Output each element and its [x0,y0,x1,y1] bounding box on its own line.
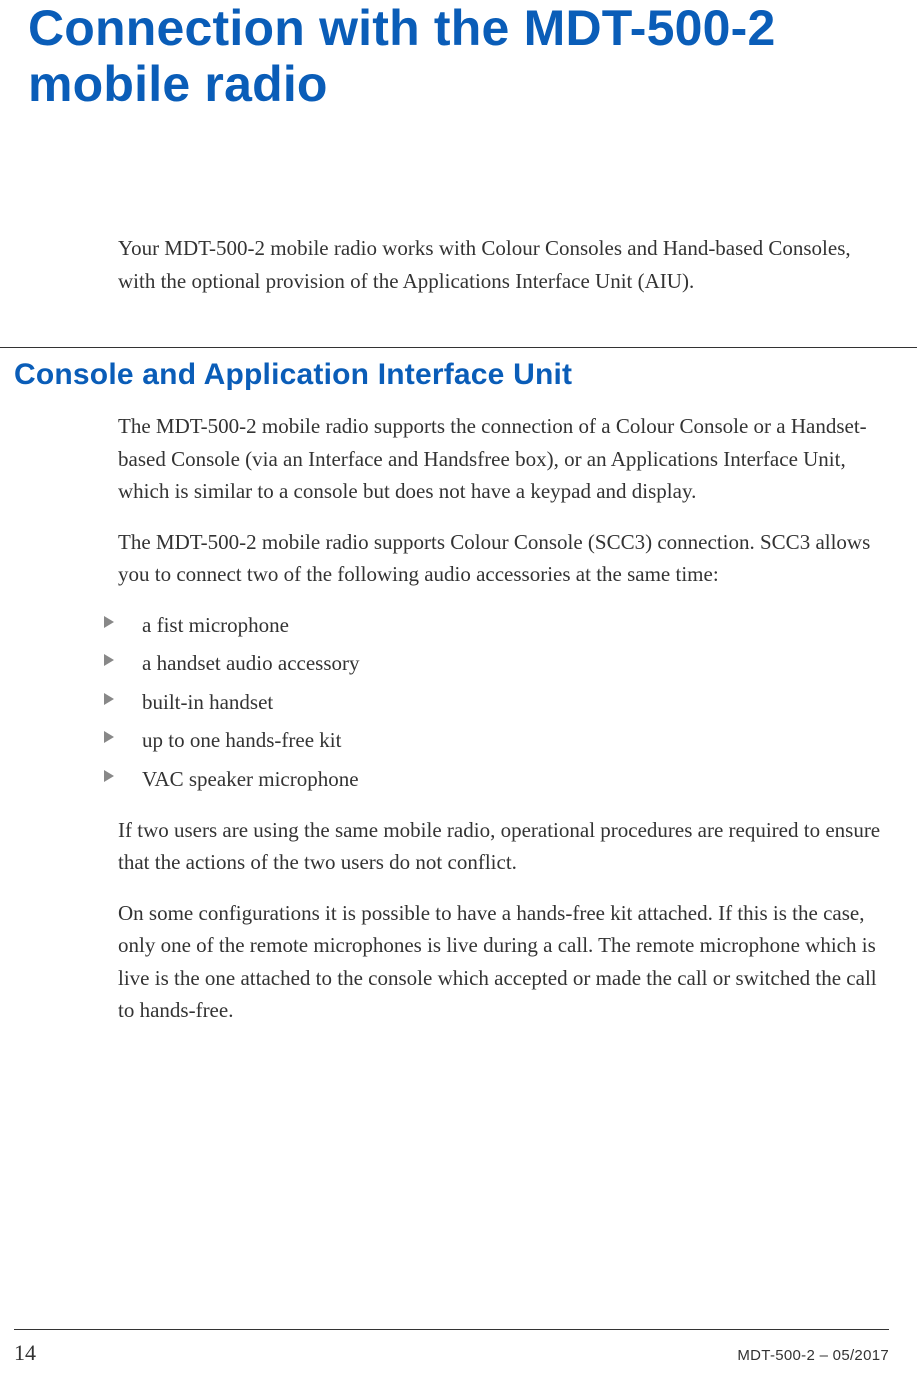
page-title: Connection with the MDT-500-2 mobile rad… [0,0,917,112]
section-body: The MDT-500-2 mobile radio supports the … [0,392,917,1027]
list-item: VAC speaker microphone [118,763,889,796]
document-id: MDT-500-2 – 05/2017 [737,1347,889,1364]
section-heading: Console and Application Interface Unit [0,348,917,392]
paragraph: The MDT-500-2 mobile radio supports the … [118,410,889,508]
triangle-bullet-icon [104,654,114,666]
footer-divider [14,1329,889,1330]
list-item: built-in handset [118,686,889,719]
page-footer: 14 MDT-500-2 – 05/2017 [0,1329,917,1366]
intro-paragraph: Your MDT-500-2 mobile radio works with C… [0,232,917,297]
triangle-bullet-icon [104,693,114,705]
paragraph: If two users are using the same mobile r… [118,814,889,879]
list-item-label: a handset audio accessory [142,651,360,675]
list-item: a fist microphone [118,609,889,642]
list-item-label: built-in handset [142,690,273,714]
list-item-label: a fist microphone [142,613,289,637]
paragraph: On some configurations it is possible to… [118,897,889,1027]
triangle-bullet-icon [104,731,114,743]
list-item-label: VAC speaker microphone [142,767,359,791]
triangle-bullet-icon [104,770,114,782]
list-item-label: up to one hands-free kit [142,728,341,752]
list-item: up to one hands-free kit [118,724,889,757]
paragraph: The MDT-500-2 mobile radio supports Colo… [118,526,889,591]
list-item: a handset audio accessory [118,647,889,680]
bullet-list: a fist microphone a handset audio access… [118,609,889,796]
triangle-bullet-icon [104,616,114,628]
page-number: 14 [14,1340,36,1366]
